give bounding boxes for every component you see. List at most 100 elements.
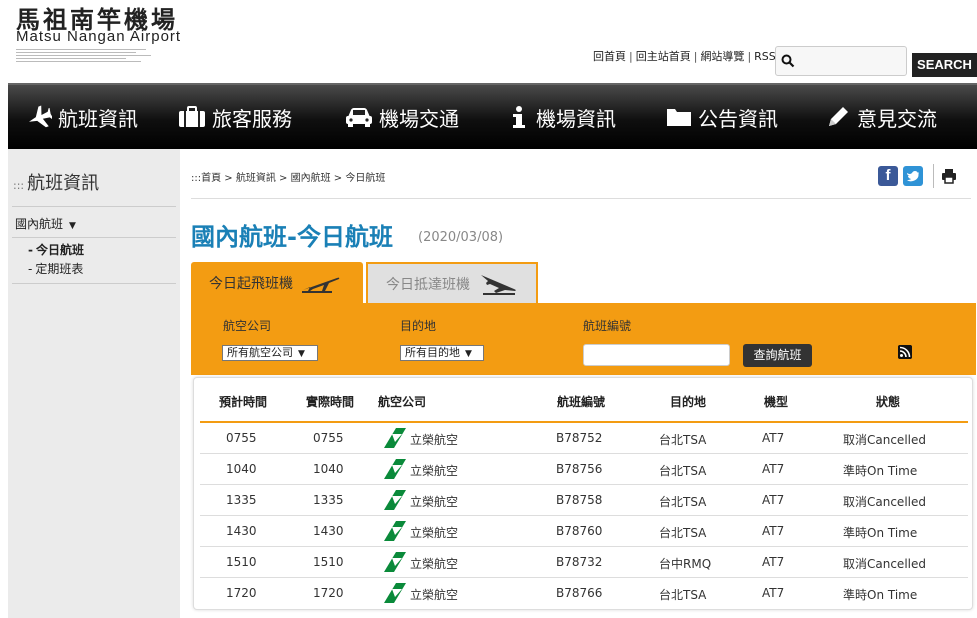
cell-actual: 1430 bbox=[313, 524, 344, 538]
column-header: 航空公司 bbox=[378, 395, 427, 409]
cell-status: 取消Cancelled bbox=[843, 433, 926, 447]
cell-status: 取消Cancelled bbox=[843, 557, 926, 571]
cell-status: 準時On Time bbox=[843, 526, 918, 540]
query-flight-button[interactable]: 查詢航班 bbox=[743, 344, 812, 367]
uni-air-logo-icon bbox=[384, 428, 406, 448]
sidebar: ::: 航班資訊 國內航班 ▼ - 今日航班 - 定期班表 bbox=[8, 149, 180, 618]
arrival-plane-icon bbox=[481, 274, 516, 295]
flight-filter: 航空公司 所有航空公司 ▼ 目的地 所有目的地 ▼ 航班編號 查詢航班 bbox=[191, 303, 976, 375]
nav-passenger-service[interactable]: 旅客服務 bbox=[178, 85, 292, 149]
cell-dest: 台北TSA bbox=[659, 433, 707, 447]
table-row: 1335 1335 B78758 台北TSA AT7 取消Cancelled 立榮航空 bbox=[200, 485, 968, 516]
print-icon[interactable] bbox=[941, 168, 957, 184]
nav-airport-info[interactable]: 機場資訊 bbox=[508, 85, 616, 149]
breadcrumb[interactable]: :::首頁 > 航班資訊 > 國內航班 > 今日航班 bbox=[191, 169, 385, 184]
cell-type: AT7 bbox=[762, 524, 785, 538]
cell-actual: 1040 bbox=[313, 462, 344, 476]
cell-status: 準時On Time bbox=[843, 588, 918, 602]
cell-airline: 立榮航空 bbox=[410, 557, 459, 571]
sidebar-item-schedule[interactable]: - 定期班表 bbox=[28, 260, 83, 277]
airline-filter-label: 航空公司 bbox=[223, 319, 272, 333]
cell-flight: B78732 bbox=[556, 555, 603, 569]
uni-air-logo-icon bbox=[384, 521, 406, 541]
main-site-link[interactable]: 回主站首頁 bbox=[636, 50, 691, 63]
table-row: 1720 1720 B78766 台北TSA AT7 準時On Time 立榮航空 bbox=[200, 578, 968, 609]
cell-airline: 立榮航空 bbox=[410, 464, 459, 478]
sidebar-item-today-flights[interactable]: - 今日航班 bbox=[28, 241, 84, 258]
column-header: 預計時間 bbox=[219, 395, 268, 409]
cell-actual: 1720 bbox=[313, 586, 344, 600]
cell-flight: B78752 bbox=[556, 431, 603, 445]
nav-label: 公告資訊 bbox=[698, 106, 778, 131]
divider bbox=[933, 164, 934, 188]
cell-flight: B78760 bbox=[556, 524, 603, 538]
cell-dest: 台北TSA bbox=[659, 588, 707, 602]
table-row: 1510 1510 B78732 台中RMQ AT7 取消Cancelled 立榮航空 bbox=[200, 547, 968, 578]
cell-type: AT7 bbox=[762, 431, 785, 445]
divider bbox=[191, 198, 971, 199]
cell-type: AT7 bbox=[762, 555, 785, 569]
divider bbox=[12, 237, 176, 238]
sidebar-section-domestic[interactable]: 國內航班 ▼ bbox=[15, 215, 76, 232]
cell-dest: 台北TSA bbox=[659, 495, 707, 509]
page-title: 國內航班-今日航班 bbox=[191, 223, 393, 251]
home-link[interactable]: 回首頁 bbox=[593, 50, 626, 63]
nav-feedback[interactable]: 意見交流 bbox=[825, 85, 937, 149]
cell-dest: 台北TSA bbox=[659, 464, 707, 478]
column-header: 狀態 bbox=[876, 395, 901, 409]
cell-sched: 1430 bbox=[226, 524, 257, 538]
nav-label: 意見交流 bbox=[857, 106, 937, 131]
cell-sched: 0755 bbox=[226, 431, 257, 445]
cell-type: AT7 bbox=[762, 586, 785, 600]
flight-number-input[interactable] bbox=[583, 344, 730, 366]
column-header: 航班編號 bbox=[557, 395, 606, 409]
cell-actual: 0755 bbox=[313, 431, 344, 445]
divider bbox=[12, 283, 176, 284]
site-subtitle: Matsu Nangan Airport bbox=[16, 28, 182, 45]
tab-arrivals[interactable]: 今日抵達班機 bbox=[366, 262, 538, 303]
cell-actual: 1335 bbox=[313, 493, 344, 507]
facebook-share-icon[interactable]: f bbox=[878, 166, 898, 186]
rss-link[interactable]: RSS bbox=[754, 50, 776, 63]
search-box bbox=[775, 46, 907, 76]
sitemap-link[interactable]: 網站導覽 bbox=[700, 50, 744, 63]
uni-air-logo-icon bbox=[384, 583, 406, 603]
airline-select[interactable]: 所有航空公司 ▼ bbox=[222, 345, 318, 361]
rss-icon[interactable] bbox=[898, 345, 912, 359]
uni-air-logo-icon bbox=[384, 459, 406, 479]
nav-airport-transport[interactable]: 機場交通 bbox=[345, 85, 459, 149]
caret-down-icon: ▼ bbox=[298, 349, 305, 359]
nav-label: 旅客服務 bbox=[212, 106, 292, 131]
search-input[interactable] bbox=[798, 49, 904, 73]
nav-announcements[interactable]: 公告資訊 bbox=[666, 85, 778, 149]
twitter-share-icon[interactable] bbox=[903, 166, 923, 186]
nav-flight-info[interactable]: 航班資訊 bbox=[26, 85, 138, 149]
nav-label: 機場資訊 bbox=[536, 106, 616, 131]
tab-departures[interactable]: 今日起飛班機 bbox=[191, 262, 363, 303]
uni-air-logo-icon bbox=[384, 490, 406, 510]
logo-fine-print bbox=[16, 47, 156, 67]
info-icon bbox=[513, 106, 525, 128]
departure-plane-icon bbox=[302, 277, 340, 293]
cell-type: AT7 bbox=[762, 462, 785, 476]
search-icon bbox=[781, 54, 795, 68]
nav-label: 機場交通 bbox=[379, 106, 459, 131]
cell-sched: 1335 bbox=[226, 493, 257, 507]
search-button[interactable]: SEARCH bbox=[912, 53, 977, 77]
destination-select[interactable]: 所有目的地 ▼ bbox=[400, 345, 484, 361]
pencil-icon bbox=[829, 107, 848, 126]
cell-airline: 立榮航空 bbox=[410, 495, 459, 509]
briefcase-icon bbox=[179, 106, 205, 127]
table-row: 1430 1430 B78760 台北TSA AT7 準時On Time 立榮航空 bbox=[200, 516, 968, 547]
flight-number-label: 航班編號 bbox=[583, 319, 632, 333]
column-header: 實際時間 bbox=[306, 395, 355, 409]
cell-status: 取消Cancelled bbox=[843, 495, 926, 509]
cell-airline: 立榮航空 bbox=[410, 433, 459, 447]
cell-sched: 1040 bbox=[226, 462, 257, 476]
folder-icon bbox=[667, 109, 691, 126]
dots-icon: ::: bbox=[13, 179, 25, 192]
cell-actual: 1510 bbox=[313, 555, 344, 569]
cell-sched: 1510 bbox=[226, 555, 257, 569]
divider bbox=[12, 206, 176, 207]
airplane-icon bbox=[29, 105, 52, 128]
